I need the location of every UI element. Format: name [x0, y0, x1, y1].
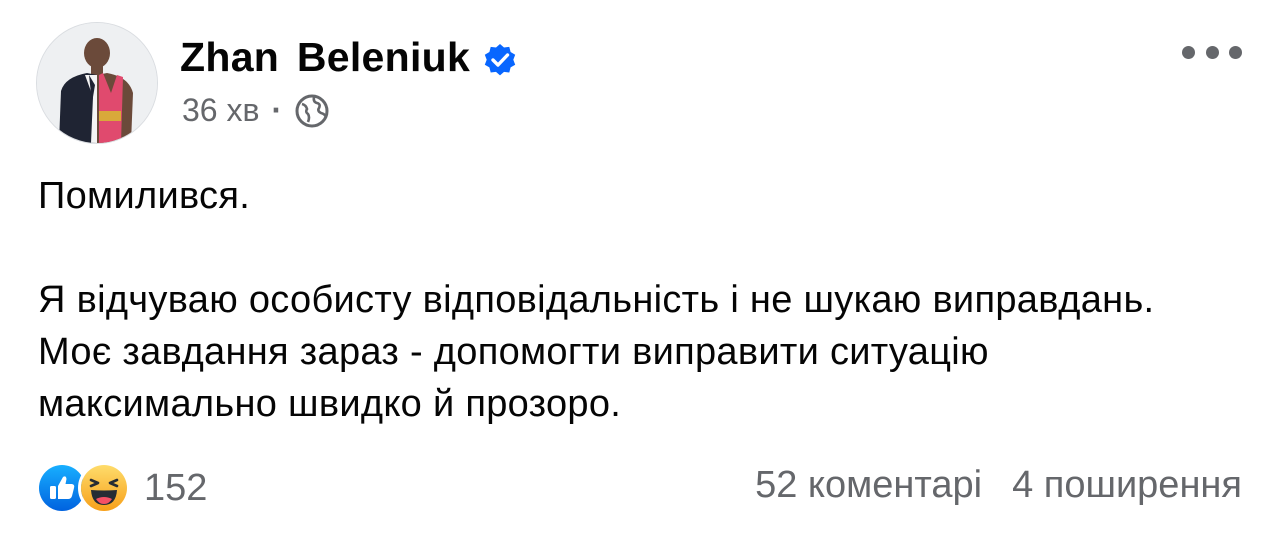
meta-separator: ·: [271, 92, 283, 128]
reaction-count: 152: [144, 466, 208, 509]
more-dot-icon: [1205, 45, 1219, 59]
author-name[interactable]: Zhan Beleniuk: [180, 34, 470, 81]
shares-count-link[interactable]: 4 поширення: [1012, 464, 1242, 507]
author-header: Zhan Beleniuk: [180, 34, 518, 81]
facebook-post: Zhan Beleniuk 36 хв · Помилився. Я відчу…: [0, 0, 1280, 538]
reactions-summary[interactable]: 152: [36, 462, 207, 514]
globe-icon[interactable]: [294, 93, 330, 129]
profile-photo: [37, 23, 157, 143]
verified-badge-icon: [482, 42, 518, 78]
post-stats: 52 коментарі 4 поширення: [755, 464, 1242, 507]
post-paragraph: Я відчуваю особисту відповідальність і н…: [38, 279, 1155, 425]
post-meta: 36 хв ·: [182, 92, 330, 129]
avatar[interactable]: [36, 22, 158, 144]
more-dot-icon: [1229, 45, 1242, 59]
post-timestamp[interactable]: 36 хв: [182, 92, 259, 129]
comments-count-link[interactable]: 52 коментарі: [755, 464, 982, 507]
post-text: Помилився. Я відчуваю особисту відповіда…: [38, 170, 1238, 430]
post-paragraph: Помилився.: [38, 175, 251, 217]
haha-icon: [78, 462, 130, 514]
more-options-button[interactable]: [1182, 38, 1242, 66]
more-dot-icon: [1182, 45, 1195, 59]
